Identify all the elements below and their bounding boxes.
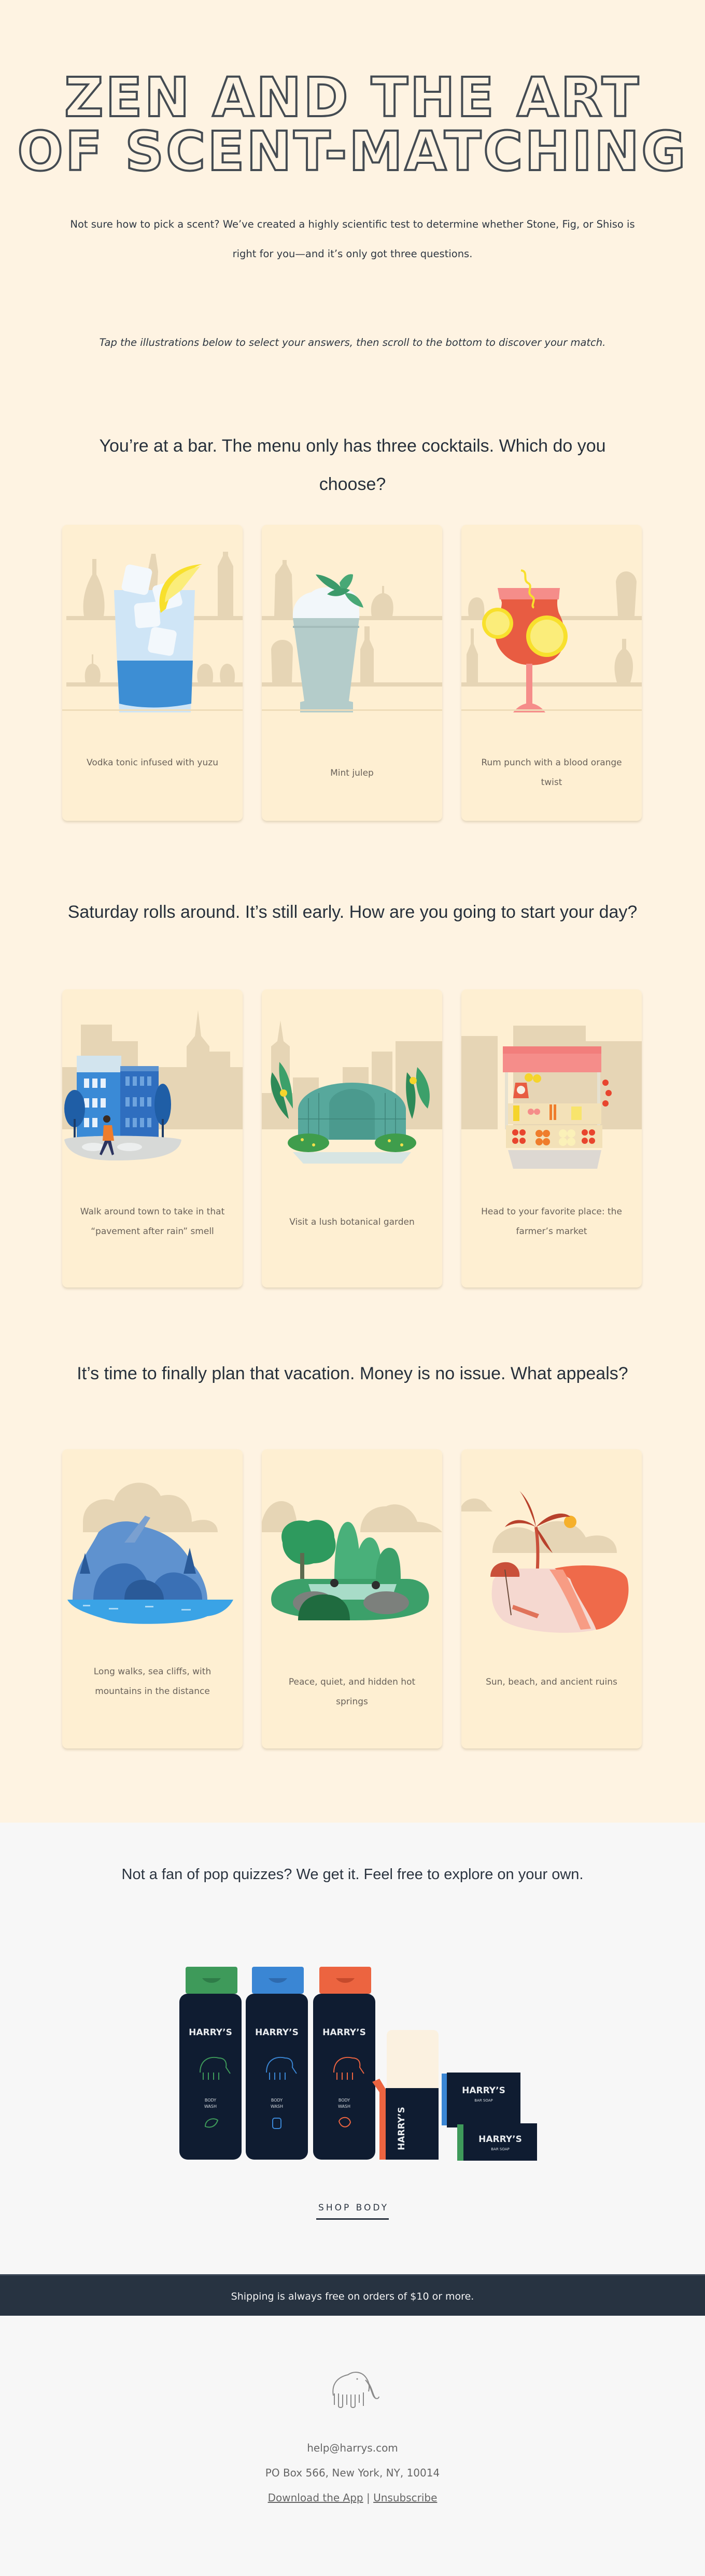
svg-text:BODY: BODY [205,2098,216,2103]
footer-links: Download the App | Unsubscribe [0,2485,705,2510]
body-wash-bottle-green: HARRY’S BODY WASH [179,1967,242,2160]
svg-text:HARRY’S: HARRY’S [478,2134,522,2145]
option-label: Mint julep [330,768,374,778]
option-hot-springs[interactable]: Peace, quiet, and hidden hot springs [262,1449,442,1748]
body-wash-bottle-orange: HARRY’S BODY WASH [313,1967,375,2160]
question-1-options: Vodka tonic infused with yuzu Mint julep [62,525,642,821]
question-2-options: Walk around town to take in that “paveme… [62,989,642,1287]
option-farmers-market[interactable]: Head to your favorite place: the farmer’… [461,989,642,1287]
beach-illustration [461,1449,642,1657]
intro-text: Not sure how to pick a scent? We’ve crea… [70,218,635,260]
vodka-tonic-illustration [62,525,243,732]
svg-text:HARRY’S: HARRY’S [397,2107,407,2150]
option-label: Walk around town to take in that “paveme… [80,1207,225,1237]
page-title-line1: ZEN AND THE ART [63,66,641,129]
body-wash-bottle-blue: HARRY’S BODY WASH [246,1967,308,2160]
page-title-line2: OF SCENT-MATCHING [16,120,688,183]
option-rum-punch[interactable]: Rum punch with a blood orange twist [461,525,642,821]
question-2-heading: Saturday rolls around. It’s still early.… [67,902,638,922]
svg-text:BODY: BODY [271,2098,283,2103]
svg-text:HARRY’S: HARRY’S [322,2027,366,2038]
option-city-walk[interactable]: Walk around town to take in that “paveme… [62,989,243,1287]
svg-text:WASH: WASH [271,2104,283,2109]
svg-text:WASH: WASH [204,2104,217,2109]
download-app-link[interactable]: Download the App [268,2491,363,2504]
shop-body-link[interactable]: SHOP BODY [316,2203,389,2220]
bar-soap-box-blue: HARRY’S BAR SOAP [442,2073,520,2127]
option-label: Peace, quiet, and hidden hot springs [288,1677,416,1707]
option-sea-cliffs[interactable]: Long walks, sea cliffs, with mountains i… [62,1449,243,1748]
support-email[interactable]: help@harrys.com [0,2435,705,2460]
question-1-heading: You’re at a bar. The menu only has three… [99,436,606,494]
product-lineup-image[interactable]: HARRY’S BODY WASH HARRY’S BODY WASH HARR… [176,1963,539,2162]
sea-cliffs-illustration [62,1449,243,1657]
instruction-text: Tap the illustrations below to select yo… [99,337,606,348]
option-label: Sun, beach, and ancient ruins [486,1677,617,1687]
question-3-options: Long walks, sea cliffs, with mountains i… [62,1449,642,1748]
link-separator: | [366,2491,370,2504]
option-beach[interactable]: Sun, beach, and ancient ruins [461,1449,642,1748]
svg-text:BODY: BODY [339,2098,350,2103]
option-vodka-tonic[interactable]: Vodka tonic infused with yuzu [62,525,243,821]
option-label: Long walks, sea cliffs, with mountains i… [93,1667,212,1697]
option-label: Visit a lush botanical garden [289,1217,415,1227]
svg-text:HARRY’S: HARRY’S [255,2027,299,2038]
botanical-garden-illustration [262,989,442,1197]
rum-punch-illustration [461,525,642,732]
unsubscribe-link[interactable]: Unsubscribe [373,2491,437,2504]
bar-soap-open-box: HARRY’S [372,2030,439,2160]
option-label: Vodka tonic infused with yuzu [87,758,218,768]
mammoth-logo-icon [332,2372,379,2408]
hot-springs-illustration [262,1449,442,1657]
city-walk-illustration [62,989,243,1197]
mailing-address: PO Box 566, New York, NY, 10014 [265,2467,440,2479]
shipping-banner: Shipping is always free on orders of $10… [0,2274,705,2316]
svg-text:HARRY’S: HARRY’S [462,2085,505,2096]
option-botanical-garden[interactable]: Visit a lush botanical garden [262,989,442,1287]
shop-body-container: SHOP BODY [0,2203,705,2220]
question-3-heading: It’s time to finally plan that vacation.… [77,1364,628,1383]
option-label: Rum punch with a blood orange twist [481,758,622,788]
svg-text:WASH: WASH [338,2104,350,2109]
explore-text: Not a fan of pop quizzes? We get it. Fee… [121,1866,584,1883]
brand-label: HARRY’S [189,2027,232,2038]
option-label: Head to your favorite place: the farmer’… [481,1207,622,1237]
svg-text:BAR SOAP: BAR SOAP [474,2098,493,2103]
svg-text:BAR SOAP: BAR SOAP [491,2147,510,2151]
bar-soap-box-green: HARRY’S BAR SOAP [457,2123,537,2161]
farmers-market-illustration [461,989,642,1197]
option-mint-julep[interactable]: Mint julep [262,525,442,821]
mint-julep-illustration [262,525,442,732]
